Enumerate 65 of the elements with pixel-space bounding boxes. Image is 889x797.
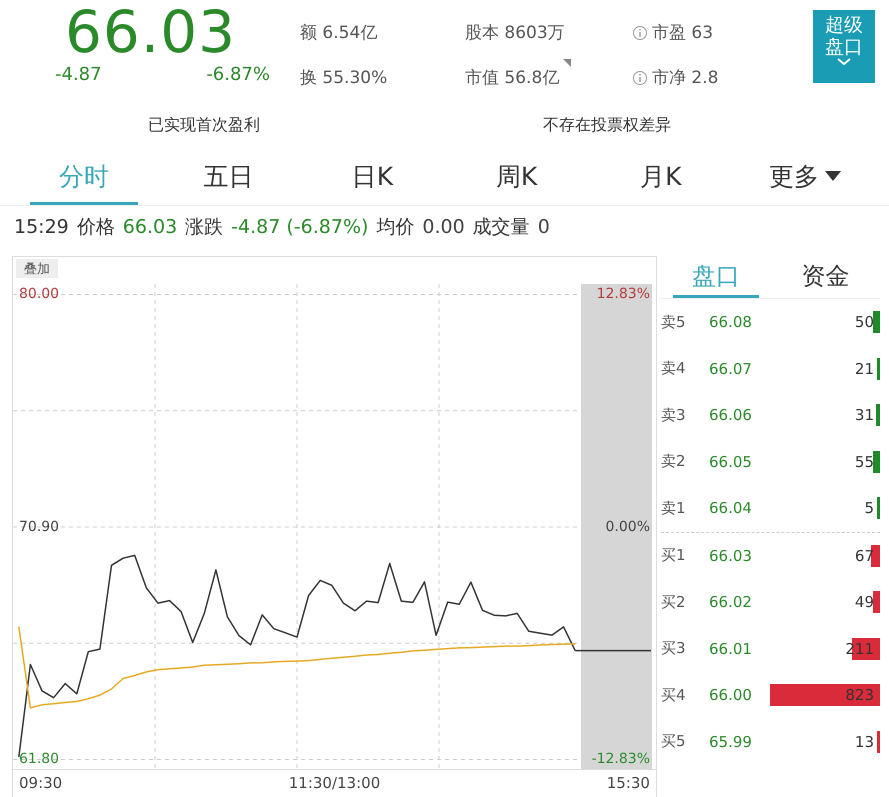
field-label: 均价 <box>376 215 414 240</box>
level-label: 买3 <box>661 639 687 658</box>
order-volume: 5 <box>864 499 875 518</box>
field-value: 0 <box>538 216 550 238</box>
level-label: 卖4 <box>661 359 687 378</box>
last-price: 66.03 <box>65 0 238 64</box>
order-volume: 50 <box>854 313 875 332</box>
stat-text: 换 55.30% <box>300 67 388 89</box>
order-price: 65.99 <box>709 732 752 751</box>
field-value: 0.00 <box>422 216 465 238</box>
order-volume: 823 <box>845 686 875 704</box>
level-label: 卖3 <box>661 406 687 425</box>
order-price: 66.06 <box>709 406 752 424</box>
level-label: 卖5 <box>661 312 687 332</box>
time-axis-label: 09:30 <box>19 774 62 792</box>
order-price: 66.07 <box>709 360 752 378</box>
info-icon[interactable] <box>632 24 648 40</box>
field-label: 成交量 <box>472 215 530 240</box>
level-label: 买1 <box>661 546 687 566</box>
stat-text: 股本 8603万 <box>465 22 565 44</box>
order-price: 66.05 <box>709 452 752 471</box>
info-icon[interactable] <box>632 70 648 86</box>
time-axis-label: 15:30 <box>606 774 650 792</box>
note-text: 已实现首次盈利 <box>148 114 260 136</box>
chart-tab[interactable]: 日K <box>318 150 427 205</box>
stat-text: 额 6.54亿 <box>300 22 378 44</box>
chart-tab[interactable]: 更多 <box>750 150 860 205</box>
order-volume: 21 <box>854 360 875 378</box>
price-change: -4.87 <box>55 64 102 85</box>
percent-axis-label: 0.00% <box>604 518 652 534</box>
order-price: 66.02 <box>709 593 752 612</box>
note-text: 不存在投票权差异 <box>543 114 671 136</box>
level-label: 卖2 <box>661 452 687 472</box>
order-volume: 49 <box>854 593 875 612</box>
level-label: 买5 <box>661 732 687 752</box>
field-value: 66.03 <box>122 216 178 238</box>
order-volume: 55 <box>854 452 875 471</box>
chart-tab[interactable]: 周K <box>462 150 571 205</box>
price-axis-label: 80.00 <box>18 286 60 302</box>
percent-change: -6.87% <box>206 64 270 85</box>
overlay-button[interactable]: 叠加 <box>16 259 58 278</box>
chart-tab[interactable]: 月K <box>606 150 715 205</box>
level-label: 买2 <box>661 592 687 612</box>
field-label: 涨跌 <box>185 215 224 240</box>
order-price: 66.08 <box>709 313 752 332</box>
stat-text: 市净 2.8 <box>652 67 718 89</box>
order-price: 66.01 <box>709 640 752 658</box>
order-price: 66.00 <box>709 686 752 704</box>
chart-tab[interactable]: 五日 <box>174 150 282 205</box>
chevron-down-icon <box>837 58 851 66</box>
price-axis-label: 61.80 <box>18 751 60 767</box>
stat-text: 市盈 63 <box>652 22 714 44</box>
order-price: 66.03 <box>709 546 752 565</box>
field-value: -4.87 (-6.87%) <box>231 216 368 238</box>
field-label: 价格 <box>76 215 115 240</box>
time-text: 15:29 <box>14 216 69 238</box>
time-axis-label: 11:30/13:00 <box>288 774 380 792</box>
level-label: 买4 <box>661 686 687 705</box>
price-axis-label: 70.90 <box>18 518 60 534</box>
level-label: 卖1 <box>661 498 687 518</box>
stat-text: 市值 56.8亿 <box>465 67 560 89</box>
order-volume: 31 <box>854 406 875 424</box>
order-price: 66.04 <box>709 499 752 518</box>
order-book-tab[interactable]: 资金 <box>782 256 868 298</box>
order-volume: 13 <box>854 732 875 751</box>
